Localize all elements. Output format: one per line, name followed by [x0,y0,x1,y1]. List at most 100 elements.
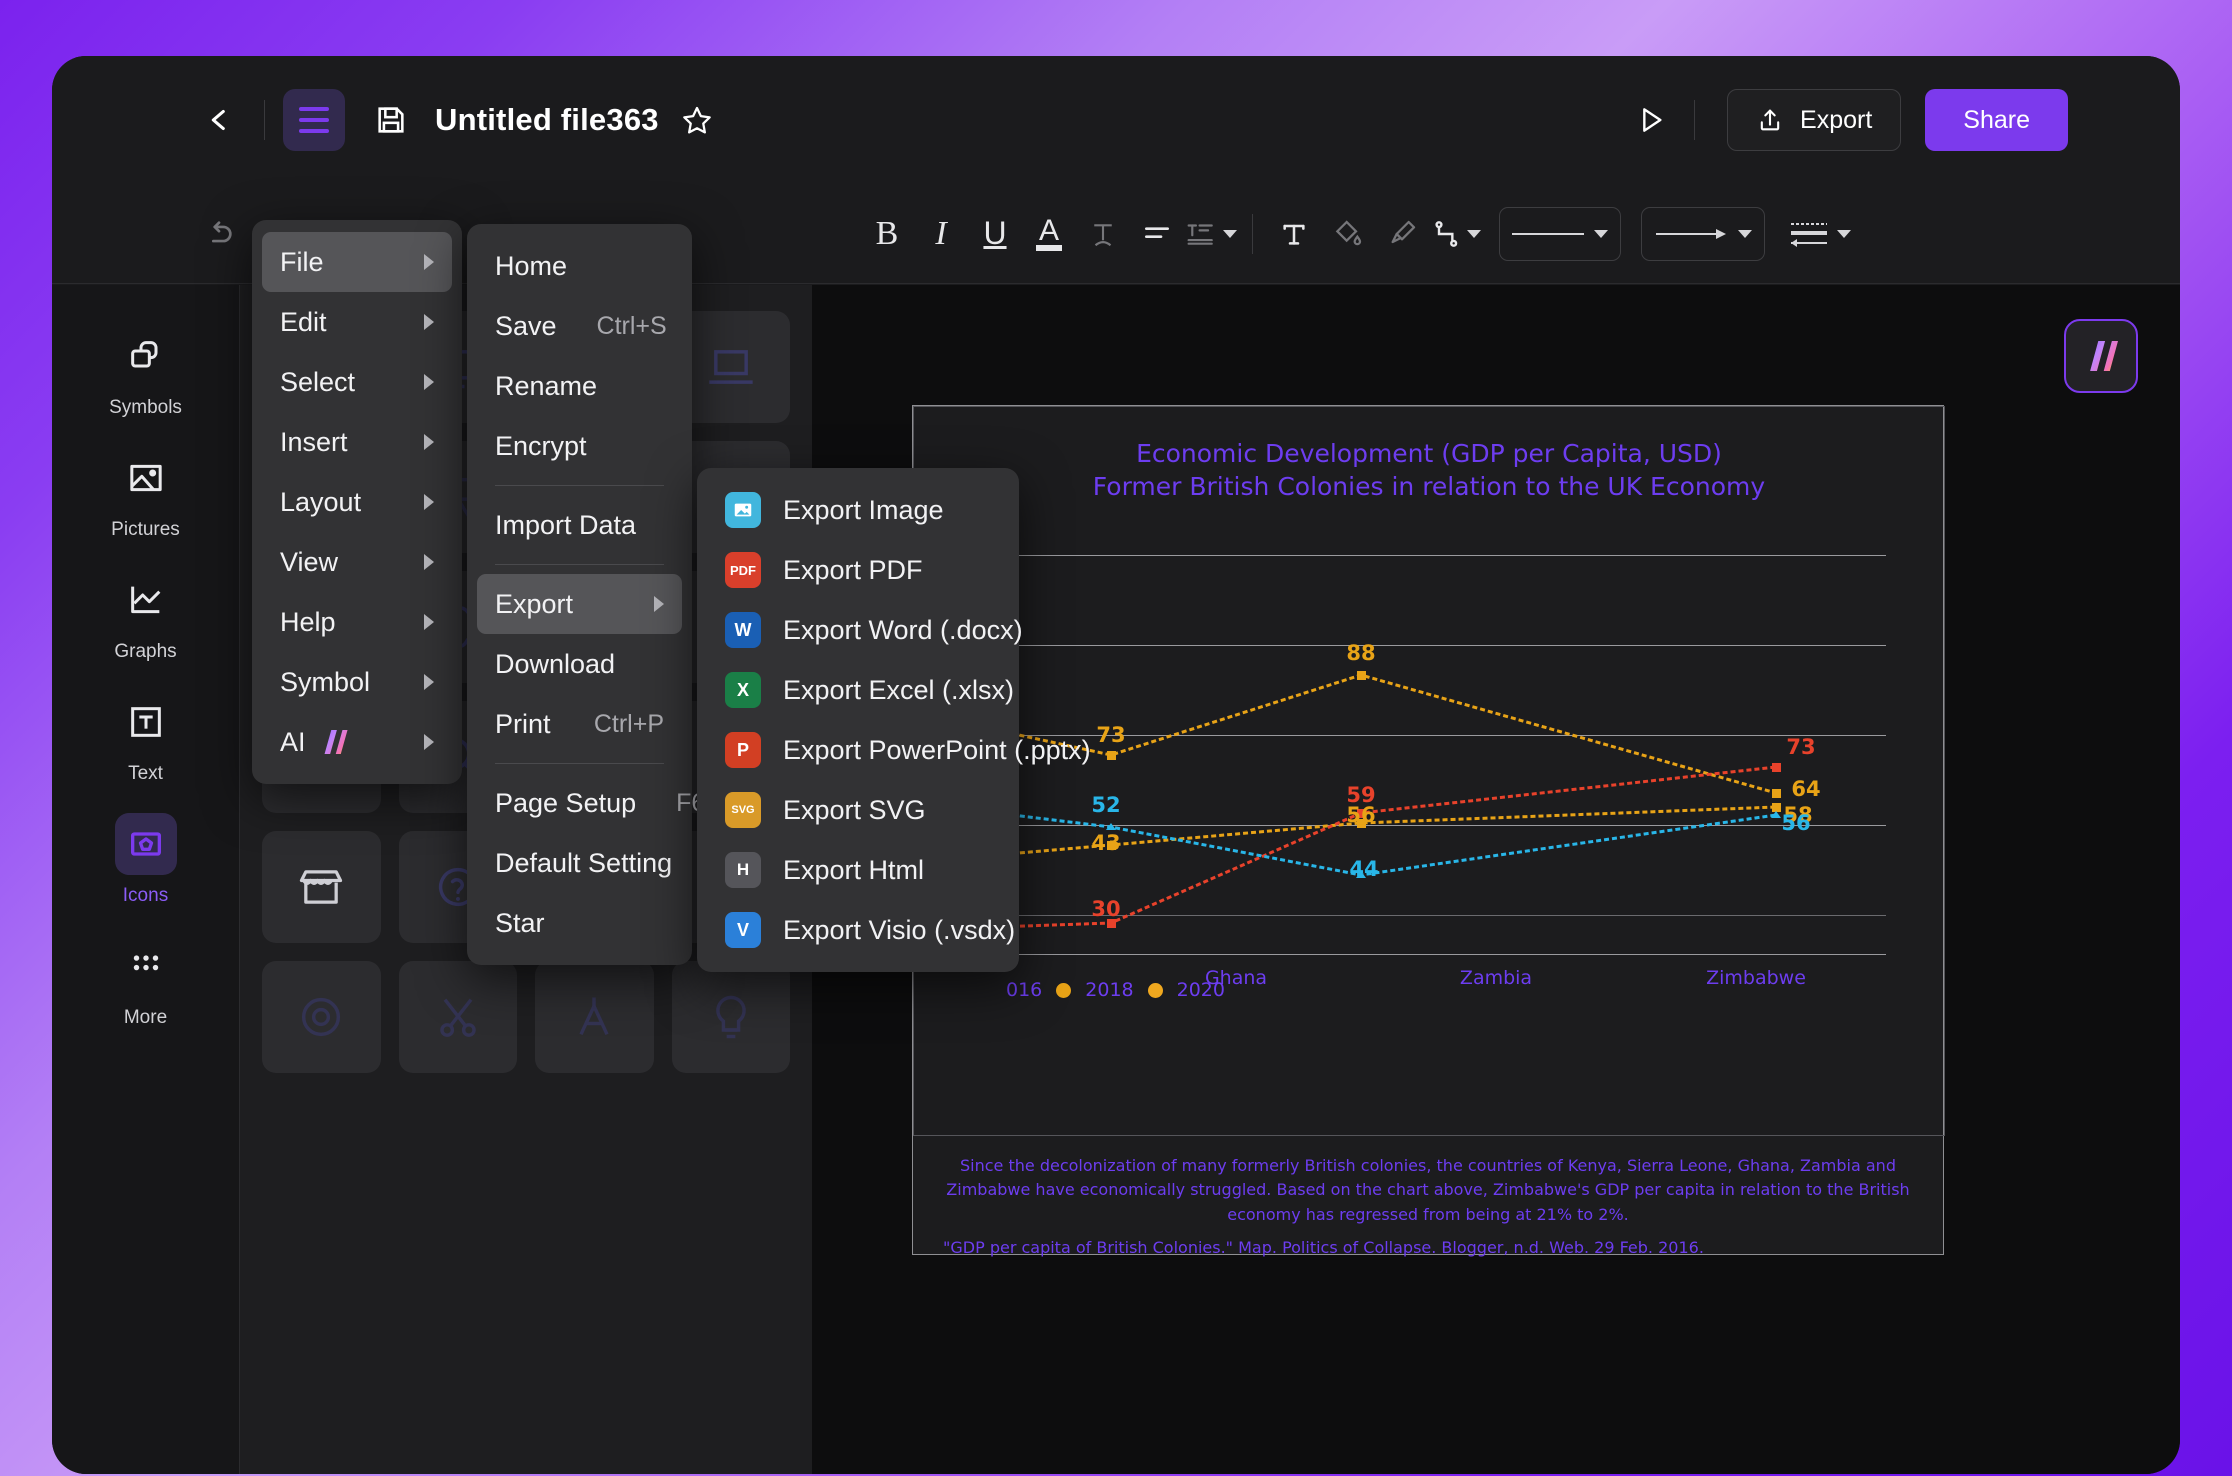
menu-item-label: Export PDF [783,554,923,585]
menu-item-save[interactable]: Save Ctrl+S [477,296,682,356]
menu-separator [495,763,664,764]
underline-button[interactable]: U [968,207,1022,261]
menu-item-export-powerpoint[interactable]: P Export PowerPoint (.pptx) [707,720,1091,780]
chevron-right-icon [424,494,434,510]
data-label: 52 [1091,793,1121,817]
target-icon [302,997,341,1037]
menu-item-label: Page Setup [495,787,637,818]
menu-item-label: File [280,246,324,277]
scissors-icon [439,998,476,1037]
chevron-right-icon [424,614,434,630]
chart-series-svg [1006,671,1781,929]
menu-item-export-word[interactable]: W Export Word (.docx) [707,600,1023,660]
rail-icon-box [115,447,177,509]
menu-item-page-setup[interactable]: Page Setup F6 [477,773,705,833]
export-button[interactable]: Export [1727,89,1902,151]
menu-item-select[interactable]: Select [262,352,452,412]
menu-item-export-html[interactable]: H Export Html [707,840,1009,900]
sidebar-item-pictures[interactable]: Pictures [52,433,239,555]
hamburger-menu-icon [299,129,329,133]
menu-item-file[interactable]: File [262,232,452,292]
sidebar-item-text[interactable]: Text [52,677,239,799]
brush-button[interactable] [1375,207,1429,261]
menu-item-export-pdf[interactable]: PDF Export PDF [707,540,1009,600]
sidebar-item-graphs[interactable]: Graphs [52,555,239,677]
menu-item-help[interactable]: Help [262,592,452,652]
undo-button[interactable] [192,207,246,261]
text-box-button[interactable] [1267,207,1321,261]
menu-item-symbol[interactable]: Symbol [262,652,452,712]
icon-cell-lightbulb[interactable] [671,961,790,1073]
favorite-button[interactable] [677,100,717,140]
font-color-button[interactable]: A [1022,207,1076,261]
titlebar-right-group: Export Share [1626,56,2068,184]
menu-item-import-data[interactable]: Import Data [477,495,682,555]
ai-sparkle-icon [324,730,348,754]
line-spacing-button[interactable] [1184,207,1238,261]
line-style-picker[interactable] [1499,206,1621,261]
back-button[interactable] [192,93,246,147]
chart-container[interactable]: Economic Development (GDP per Capita, US… [913,406,1945,1136]
menu-item-view[interactable]: View [262,532,452,592]
chart-legend: 016 2018 2020 [1006,979,1225,1001]
menu-item-label: Default Setting [495,847,673,878]
menu-item-rename[interactable]: Rename [477,356,682,416]
share-button[interactable]: Share [1925,89,2068,151]
connector-icon [1435,220,1458,247]
x-tick-label-zimbabwe: Zimbabwe [1706,967,1806,989]
menu-item-encrypt[interactable]: Encrypt [477,416,682,476]
rail-icon-box [115,935,177,997]
align-button[interactable] [1130,207,1184,261]
icon-cell-storefront[interactable] [262,831,381,943]
line-weight-picker[interactable] [1787,207,1851,261]
menu-item-default-setting[interactable]: Default Setting [477,833,682,893]
menu-item-label: Export [495,588,574,619]
menu-item-print[interactable]: Print Ctrl+P [477,694,682,754]
bold-button[interactable]: B [860,207,914,261]
menu-item-star[interactable]: Star [477,893,682,953]
icon-cell-scissors[interactable] [398,961,517,1073]
italic-button[interactable]: I [914,207,968,261]
fill-color-button[interactable] [1321,207,1375,261]
menu-item-layout[interactable]: Layout [262,472,452,532]
connector-button[interactable] [1429,207,1483,261]
menu-item-export-visio[interactable]: V Export Visio (.vsdx) [707,900,1015,960]
menu-item-label: Rename [495,370,598,401]
sidebar-item-more[interactable]: More [52,921,239,1043]
sidebar-item-symbols[interactable]: Symbols [52,311,239,433]
menu-item-insert[interactable]: Insert [262,412,452,472]
more-grid-icon [133,955,158,971]
icon-cell-target[interactable] [262,961,381,1073]
menu-item-ai[interactable]: AI [262,712,452,772]
document-title: Untitled file363 [435,102,659,137]
save-button[interactable] [369,98,413,142]
text-effect-button[interactable] [1076,207,1130,261]
menu-item-export-svg[interactable]: SVG Export SVG [707,780,1009,840]
menu-item-home[interactable]: Home [477,236,682,296]
legend-dot [1147,982,1163,998]
menu-item-label: Export Excel (.xlsx) [783,674,1015,705]
image-file-icon [725,492,761,528]
menu-item-download[interactable]: Download [477,634,682,694]
titlebar-left-group: Untitled file363 [192,56,717,184]
menu-item-label: Star [495,907,545,938]
lightbulb-icon [715,995,746,1039]
arrow-style-picker[interactable] [1641,206,1765,261]
main-menu-button[interactable] [283,89,345,151]
menu-item-export-excel[interactable]: X Export Excel (.xlsx) [707,660,1014,720]
play-presentation-icon [1643,108,1662,132]
menu-item-label: AI [280,726,306,757]
menu-item-label: Encrypt [495,430,587,461]
menu-item-export[interactable]: Export [477,574,682,634]
chart-caption: Since the decolonization of many formerl… [946,1156,1910,1224]
menu-item-label: Edit [280,306,327,337]
present-button[interactable] [1626,95,1676,145]
icon-cell-compass[interactable] [535,961,654,1073]
sidebar-item-icons[interactable]: Icons [52,799,239,921]
menu-item-edit[interactable]: Edit [262,292,452,352]
hamburger-menu-icon [299,118,329,122]
ai-assistant-badge[interactable] [2064,319,2138,393]
chevron-right-icon [424,554,434,570]
menu-item-export-image[interactable]: Export Image [707,480,1009,540]
chart-subtitle: Former British Colonies in relation to t… [1092,472,1766,501]
